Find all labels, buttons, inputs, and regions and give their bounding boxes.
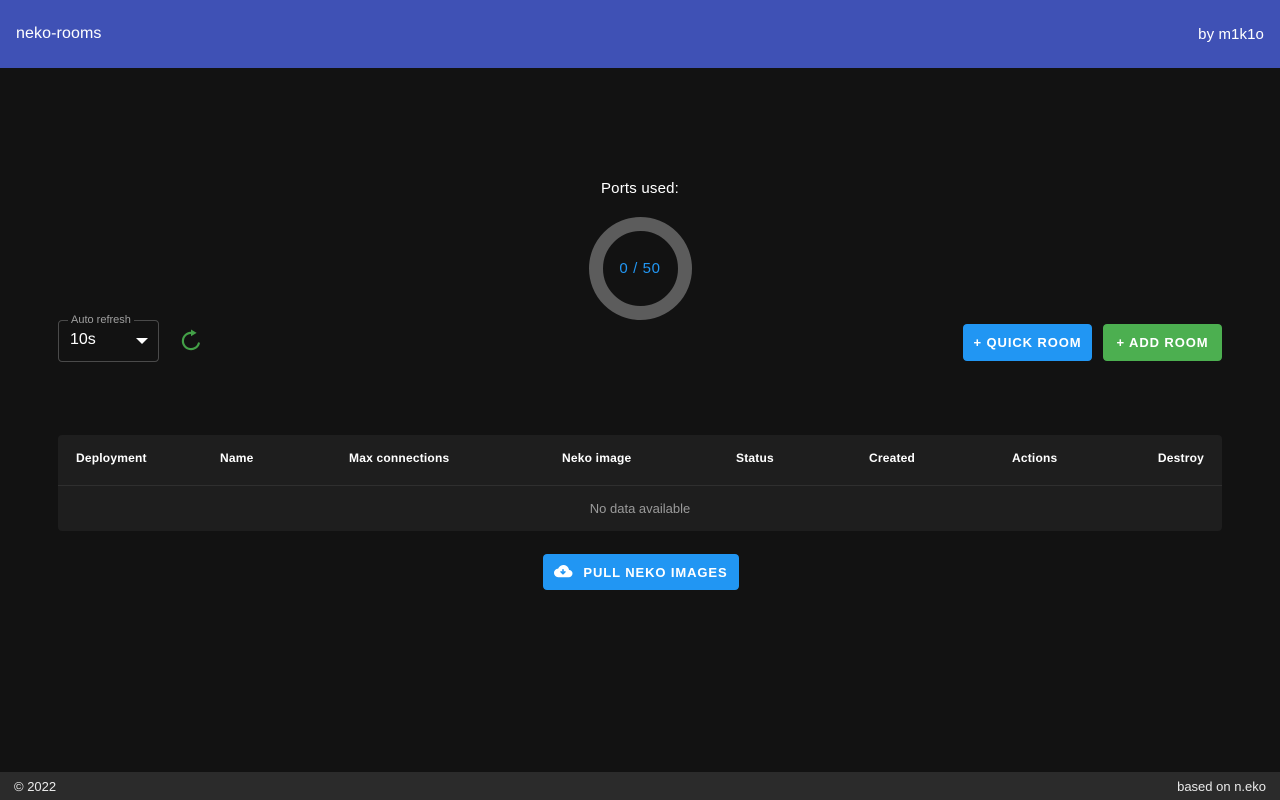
table-header-neko-image: Neko image <box>562 451 631 465</box>
table-header-name: Name <box>220 451 253 465</box>
table-header-row: Deployment Name Max connections Neko ima… <box>58 435 1222 486</box>
ports-used-value: 0 / 50 <box>619 260 660 277</box>
table-header-actions: Actions <box>1012 451 1057 465</box>
table-empty-message: No data available <box>58 486 1222 530</box>
app-header: neko-rooms by m1k1o <box>0 0 1280 68</box>
table-header-deployment: Deployment <box>76 451 147 465</box>
ports-used-gauge: 0 / 50 <box>589 217 692 320</box>
table-header-created: Created <box>869 451 915 465</box>
footer-copyright: © 2022 <box>14 779 56 794</box>
main-content: Ports used: 0 / 50 Auto refresh 10s + QU… <box>0 68 1280 772</box>
table-header-status: Status <box>736 451 774 465</box>
quick-room-button[interactable]: + QUICK ROOM <box>963 324 1092 361</box>
ports-used-label: Ports used: <box>601 180 679 197</box>
auto-refresh-value: 10s <box>70 331 96 349</box>
auto-refresh-select[interactable]: Auto refresh 10s <box>58 320 159 362</box>
cloud-download-icon <box>552 561 574 583</box>
pull-neko-images-button[interactable]: PULL NEKO IMAGES <box>543 554 739 590</box>
app-author-credit: by m1k1o <box>1198 26 1264 43</box>
rooms-table: Deployment Name Max connections Neko ima… <box>58 435 1222 531</box>
table-header-destroy: Destroy <box>1158 451 1204 465</box>
pull-neko-images-label: PULL NEKO IMAGES <box>583 565 727 580</box>
table-header-max-connections: Max connections <box>349 451 449 465</box>
toolbar: Auto refresh 10s + QUICK ROOM + ADD ROOM <box>58 314 1222 370</box>
auto-refresh-label: Auto refresh <box>68 313 134 327</box>
chevron-down-icon <box>136 338 148 344</box>
add-room-button[interactable]: + ADD ROOM <box>1103 324 1222 361</box>
refresh-button[interactable] <box>176 326 206 356</box>
app-title: neko-rooms <box>16 25 101 43</box>
footer: © 2022 based on n.eko <box>0 772 1280 800</box>
ports-used-section: Ports used: 0 / 50 <box>0 180 1280 320</box>
footer-credit: based on n.eko <box>1177 779 1266 794</box>
refresh-icon <box>178 328 204 354</box>
